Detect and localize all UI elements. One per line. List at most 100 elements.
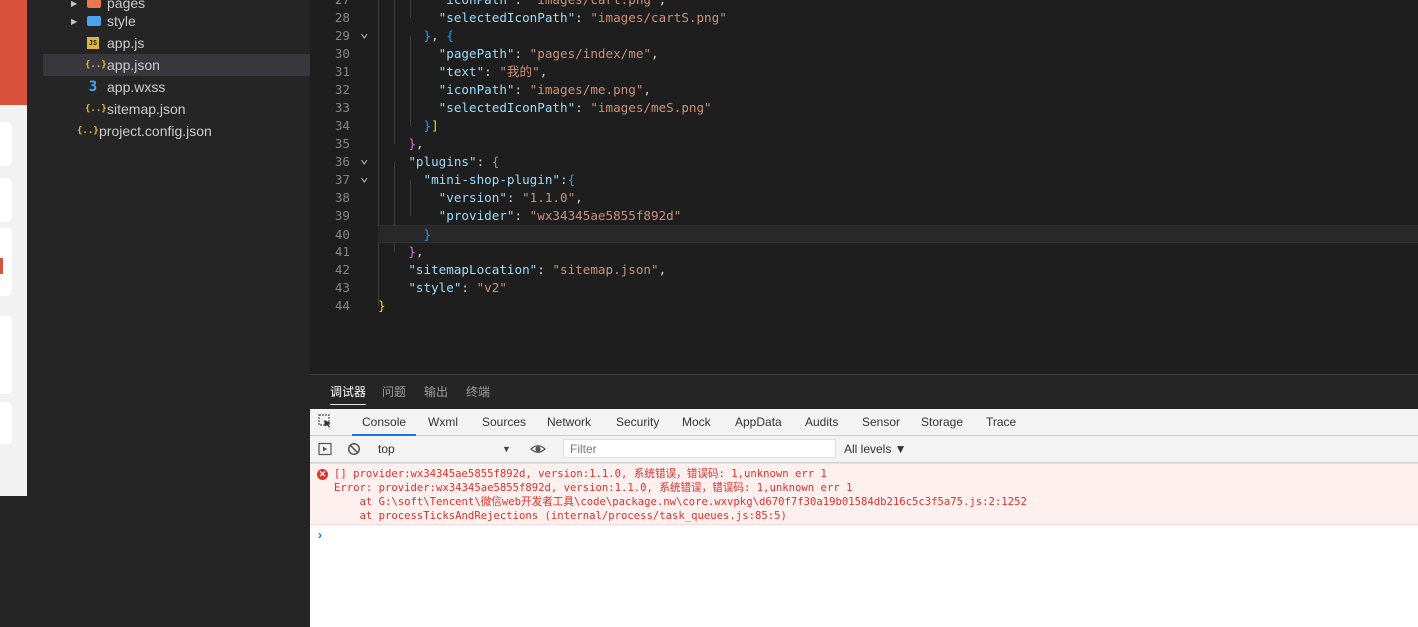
code-text: }] — [423, 118, 439, 133]
code-text: "sitemapLocation": "sitemap.json", — [408, 262, 667, 277]
devtools-tab-audits[interactable]: Audits — [805, 409, 838, 435]
code-line[interactable]: 38 "version": "1.1.0", — [310, 189, 1418, 207]
line-number: 44 — [334, 298, 350, 313]
simulator-card — [0, 316, 12, 394]
explorer-file[interactable]: {..} project.config.json — [43, 120, 310, 142]
devtools-tab-appdata[interactable]: AppData — [735, 409, 782, 435]
code-text: "pagePath": "pages/index/me", — [438, 46, 659, 61]
code-line[interactable]: 44} — [310, 297, 1418, 315]
inspect-element-icon[interactable] — [318, 414, 332, 428]
error-icon: ✕ — [317, 469, 328, 480]
code-line[interactable]: 42 "sitemapLocation": "sitemap.json", — [310, 261, 1418, 279]
context-select[interactable]: top — [378, 440, 513, 458]
code-text: "selectedIconPath": "images/cartS.png" — [438, 10, 727, 25]
code-line[interactable]: 43 "style": "v2" — [310, 279, 1418, 297]
file-explorer: ▶ pages ▶ style JS app.js {..} app.json 3 app.wxs… — [43, 0, 310, 627]
panel-tab[interactable]: 问题 — [382, 375, 406, 409]
devtools-tab-network[interactable]: Network — [547, 409, 591, 435]
code-text: } — [378, 298, 386, 313]
line-number: 38 — [334, 190, 350, 205]
stack-trace-line[interactable]: at G:\soft\Tencent\微信web开发者工具\code\packa… — [334, 495, 1027, 509]
error-text: [] provider:wx34345ae5855f892d, version:… — [334, 468, 827, 480]
code-text: } — [423, 227, 432, 242]
explorer-file[interactable]: JS app.js — [43, 32, 310, 54]
explorer-file[interactable]: {..} app.json — [43, 54, 310, 76]
code-text: }, — [408, 136, 424, 151]
explorer-file[interactable]: 3 app.wxss — [43, 76, 310, 98]
fold-chevron-icon[interactable]: ⌄ — [360, 26, 368, 40]
filter-input[interactable] — [563, 439, 836, 458]
chevron-right-icon[interactable]: ▶ — [71, 0, 79, 8]
console-prompt[interactable]: › — [318, 528, 322, 542]
simulator-header — [0, 0, 27, 105]
code-line[interactable]: 36 ⌄ "plugins": { — [310, 152, 1418, 171]
code-text: }, { — [423, 28, 454, 43]
devtools-panel: Console Wxml Sources Network Security Mock App… — [310, 409, 1418, 627]
fold-chevron-icon[interactable]: ⌄ — [360, 152, 368, 166]
line-number: 35 — [334, 136, 350, 151]
explorer-item-label: app.js — [107, 35, 145, 51]
code-text: }, — [408, 244, 424, 259]
fold-chevron-icon[interactable]: ⌄ — [360, 170, 368, 184]
stack-trace-line[interactable]: at processTicksAndRejections (internal/p… — [334, 509, 787, 523]
simulator-card — [0, 178, 12, 222]
code-line[interactable]: 35 }, — [310, 135, 1418, 153]
folder-icon — [87, 16, 101, 26]
code-line[interactable]: 40 } — [335, 225, 1418, 243]
code-line[interactable]: 29 ⌄ }, { — [310, 26, 1418, 45]
clear-console-icon[interactable] — [347, 442, 361, 456]
code-editor[interactable]: 27 "iconPath": "images/cart.png",28 "sel… — [310, 0, 1418, 374]
line-number: 28 — [334, 10, 350, 25]
chevron-right-icon[interactable]: ▶ — [71, 17, 79, 26]
devtools-tab-console[interactable]: Console — [351, 409, 417, 436]
devtools-tab-sensor[interactable]: Sensor — [862, 409, 900, 435]
code-line[interactable]: 27 "iconPath": "images/cart.png", — [310, 0, 1418, 9]
code-text: "iconPath": "images/cart.png", — [378, 0, 667, 9]
devtools-tab-mock[interactable]: Mock — [682, 409, 711, 435]
line-number: 40 — [334, 227, 350, 242]
devtools-tab-bar: Console Wxml Sources Network Security Mock App… — [310, 409, 1418, 436]
devtools-tab-sources[interactable]: Sources — [482, 409, 526, 435]
explorer-file[interactable]: {..} sitemap.json — [43, 98, 310, 120]
code-text: "provider": "wx34345ae5855f892d" — [438, 208, 682, 223]
panel-tab[interactable]: 终端 — [466, 375, 490, 409]
line-number: 32 — [334, 82, 350, 97]
console-toolbar: top ▼ All levels ▼ — [310, 436, 1418, 463]
devtools-tab-storage[interactable]: Storage — [921, 409, 963, 435]
line-number: 43 — [334, 280, 350, 295]
chevron-down-icon[interactable]: ▼ — [502, 440, 511, 458]
log-levels-select[interactable]: All levels ▼ — [844, 440, 907, 458]
code-line[interactable]: 32 "iconPath": "images/me.png", — [310, 81, 1418, 99]
panel-tab[interactable]: 调试器 — [330, 375, 367, 409]
json-file-icon: {..} — [85, 104, 107, 114]
devtools-tab-trace[interactable]: Trace — [986, 409, 1016, 435]
console-error-message: ✕ [] provider:wx34345ae5855f892d, versio… — [310, 463, 1418, 525]
code-line[interactable]: 31 "text": "我的", — [310, 63, 1418, 81]
code-line[interactable]: 34 }] — [310, 117, 1418, 135]
simulator-accent — [0, 258, 3, 274]
code-line[interactable]: 39 "provider": "wx34345ae5855f892d" — [310, 207, 1418, 225]
devtools-tab-wxml[interactable]: Wxml — [428, 409, 458, 435]
explorer-folder[interactable]: ▶ style — [43, 10, 310, 32]
code-line[interactable]: 30 "pagePath": "pages/index/me", — [310, 45, 1418, 63]
folder-icon — [87, 0, 101, 8]
code-line[interactable]: 28 "selectedIconPath": "images/cartS.png… — [310, 9, 1418, 27]
line-number: 27 — [310, 0, 350, 9]
json-file-icon: {..} — [85, 60, 107, 70]
code-text: "iconPath": "images/me.png", — [438, 82, 651, 97]
explorer-item-label: app.json — [107, 57, 160, 73]
line-number: 42 — [334, 262, 350, 277]
devtools-tab-security[interactable]: Security — [616, 409, 659, 435]
eye-icon[interactable] — [530, 442, 546, 456]
simulator-card — [0, 402, 12, 444]
explorer-item-label: sitemap.json — [107, 101, 186, 117]
code-line[interactable]: 37 ⌄ "mini-shop-plugin":{ — [310, 170, 1418, 189]
line-number: 39 — [334, 208, 350, 223]
code-text: "selectedIconPath": "images/meS.png" — [438, 100, 712, 115]
code-line[interactable]: 41 }, — [310, 243, 1418, 261]
explorer-item-label: project.config.json — [99, 123, 212, 139]
panel-tab[interactable]: 输出 — [424, 375, 448, 409]
code-line[interactable]: 33 "selectedIconPath": "images/meS.png" — [310, 99, 1418, 117]
line-number: 34 — [334, 118, 350, 133]
sidebar-toggle-icon[interactable] — [318, 442, 332, 456]
